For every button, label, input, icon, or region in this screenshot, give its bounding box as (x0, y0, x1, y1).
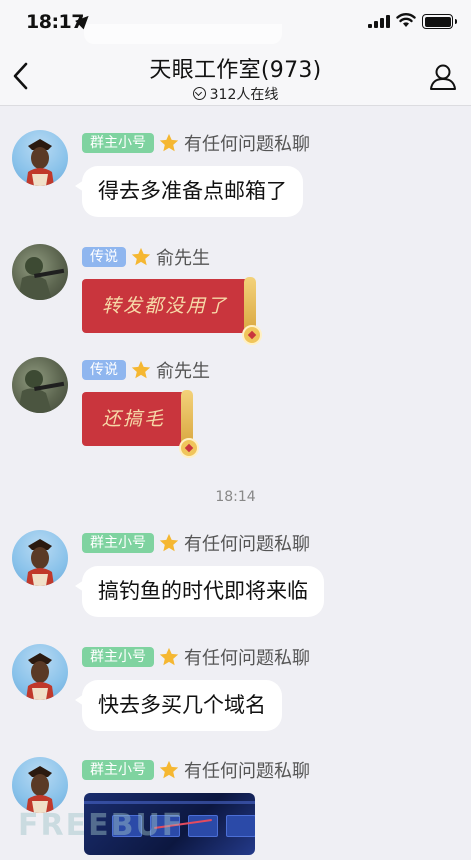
group-members-icon[interactable] (428, 62, 458, 92)
sender-meta: 传说 俞先生 (82, 245, 210, 269)
sender-meta: 传说 俞先生 (82, 358, 210, 382)
avatar[interactable] (12, 244, 68, 300)
star-icon (159, 647, 179, 666)
owner-badge: 群主小号 (82, 647, 154, 667)
owner-badge: 群主小号 (82, 133, 154, 153)
thumbnail-card (188, 815, 218, 837)
star-icon (159, 760, 179, 779)
wifi-icon (396, 13, 416, 27)
message-bubble[interactable]: 搞钓鱼的时代即将来临 (75, 566, 324, 617)
status-time: 18:17 (26, 11, 84, 33)
thumbnail-header-bar (84, 801, 255, 804)
sender-name: 有任何问题私聊 (184, 761, 310, 782)
sender-name: 有任何问题私聊 (184, 534, 310, 555)
owner-badge: 群主小号 (82, 760, 154, 780)
watermark-logo: FREEBUF (18, 808, 185, 843)
avatar[interactable] (12, 530, 68, 586)
star-icon (131, 247, 151, 266)
sender-name: 有任何问题私聊 (184, 648, 310, 669)
sender-name: 俞先生 (156, 248, 210, 269)
red-packet[interactable]: 还搞毛 (82, 390, 200, 458)
legend-badge: 传说 (82, 247, 126, 267)
sender-meta: 群主小号 有任何问题私聊 (82, 131, 310, 155)
battery-icon (422, 14, 457, 29)
thumbnail-card (226, 815, 255, 837)
red-packet-text: 转发都没用了 (102, 295, 229, 317)
coin-icon (242, 325, 263, 345)
owner-badge: 群主小号 (82, 533, 154, 553)
avatar[interactable] (12, 644, 68, 700)
status-bar: 18:17 (0, 0, 471, 44)
sender-meta: 群主小号 有任何问题私聊 (82, 645, 310, 669)
star-icon (131, 360, 151, 379)
message-bubble[interactable]: 快去多买几个域名 (75, 680, 282, 731)
star-icon (159, 133, 179, 152)
sender-name: 俞先生 (156, 361, 210, 382)
chat-screen: 18:17 天眼工作室(973) 312人在线 群主小号 有任何问题私聊 得去多… (0, 0, 471, 860)
online-count[interactable]: 312人在线 (0, 84, 471, 104)
avatar[interactable] (12, 357, 68, 413)
red-packet[interactable]: 转发都没用了 (82, 277, 263, 345)
avatar[interactable] (12, 130, 68, 186)
sender-name: 有任何问题私聊 (184, 134, 310, 155)
chevron-circle-icon (192, 87, 206, 100)
legend-badge: 传说 (82, 360, 126, 380)
red-packet-text: 还搞毛 (102, 408, 166, 430)
sender-meta: 群主小号 有任何问题私聊 (82, 531, 310, 555)
notification-ghost (84, 24, 282, 44)
group-title[interactable]: 天眼工作室(973) (0, 52, 471, 84)
sender-meta: 群主小号 有任何问题私聊 (82, 758, 310, 782)
star-icon (159, 533, 179, 552)
chat-header: 天眼工作室(973) 312人在线 (0, 44, 471, 106)
online-count-label: 312人在线 (209, 87, 279, 103)
coin-icon (179, 438, 200, 458)
cellular-signal-icon (368, 15, 390, 28)
timestamp-divider: 18:14 (215, 489, 256, 505)
message-bubble[interactable]: 得去多准备点邮箱了 (75, 166, 303, 217)
avatar[interactable] (12, 757, 68, 813)
